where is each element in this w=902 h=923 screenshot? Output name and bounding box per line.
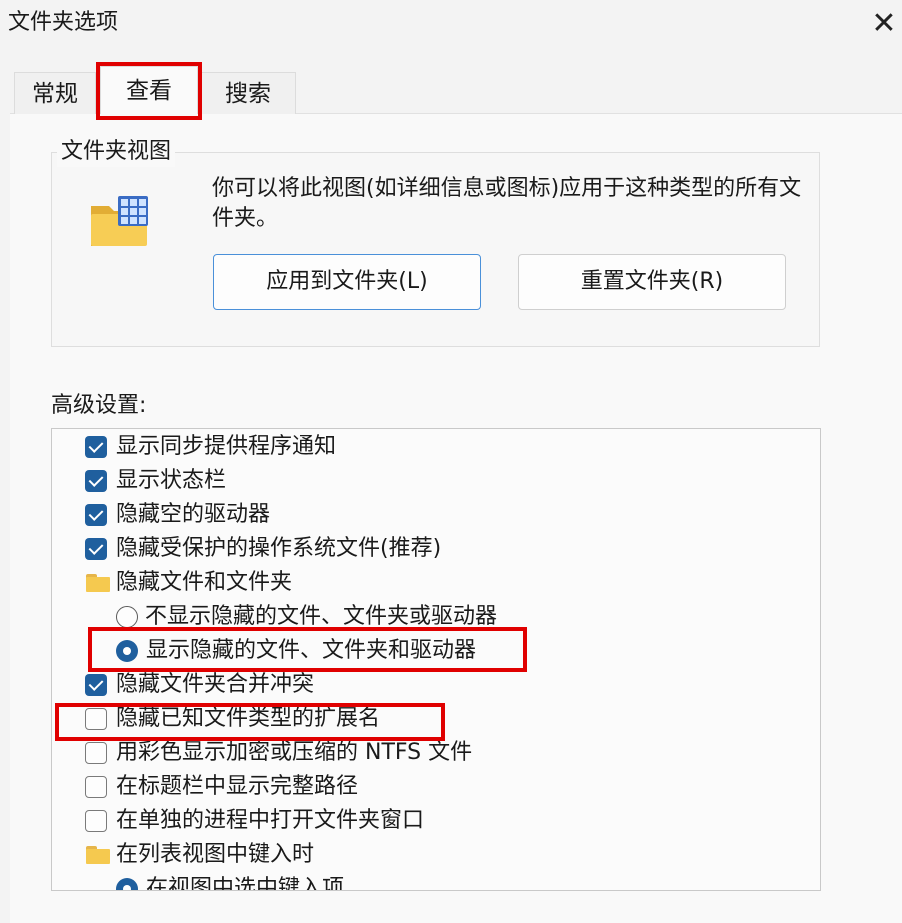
checkbox[interactable] — [85, 504, 107, 526]
apply-to-folders-button[interactable]: 应用到文件夹(L) — [213, 254, 481, 310]
checkbox[interactable] — [85, 470, 107, 492]
window-title: 文件夹选项 — [8, 10, 119, 35]
tab-search[interactable]: 搜索 — [200, 72, 296, 114]
checkbox[interactable] — [85, 708, 107, 730]
checkbox[interactable] — [85, 776, 107, 798]
advanced-settings-list: 显示同步提供程序通知 显示状态栏 隐藏空的驱动器 隐藏受保护的操作系统文件(推荐… — [51, 428, 821, 891]
radio-button[interactable] — [116, 640, 138, 662]
checkbox[interactable] — [85, 674, 107, 696]
folder-grid-icon — [91, 196, 148, 246]
checkbox[interactable] — [85, 810, 107, 832]
folder-views-title: 文件夹视图 — [57, 137, 176, 167]
tab-view[interactable]: 查看 — [100, 66, 198, 114]
checkbox[interactable] — [85, 742, 107, 764]
radio-button[interactable] — [116, 878, 138, 890]
checkbox[interactable] — [85, 436, 107, 458]
close-icon[interactable]: ✕ — [866, 6, 902, 42]
reset-folders-button[interactable]: 重置文件夹(R) — [518, 254, 786, 310]
checkbox[interactable] — [85, 538, 107, 560]
folder-views-description: 你可以将此视图(如详细信息或图标)应用于这种类型的所有文件夹。 — [212, 176, 802, 231]
folder-icon — [86, 846, 110, 864]
tab-general[interactable]: 常规 — [14, 72, 96, 114]
folder-icon — [86, 574, 110, 592]
title-bar: 文件夹选项 ✕ — [0, 0, 902, 50]
radio-button[interactable] — [116, 606, 138, 628]
advanced-settings-label: 高级设置: — [51, 393, 147, 418]
